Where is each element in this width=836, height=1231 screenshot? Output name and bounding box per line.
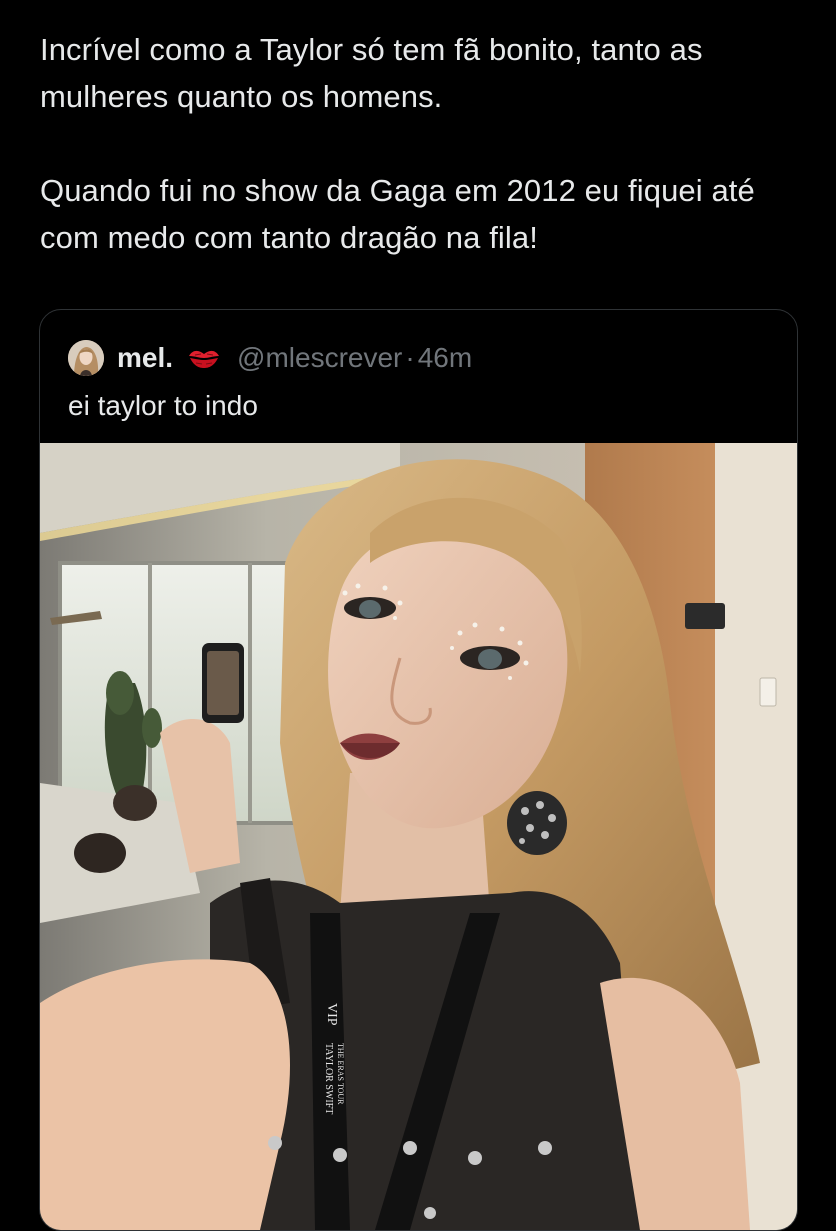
quoted-tweet-card[interactable]: mel. @mlescrever · 46m ei taylor to indo <box>39 309 798 1231</box>
separator-dot: · <box>405 342 415 373</box>
quoted-tweet-text: ei taylor to indo <box>68 390 258 421</box>
handle[interactable]: @mlescrever <box>237 342 402 374</box>
kiss-mark-icon <box>187 346 221 370</box>
lanyard-brand-text: TAYLOR SWIFT <box>323 1043 334 1114</box>
avatar[interactable] <box>68 340 104 376</box>
display-name[interactable]: mel. <box>117 342 173 374</box>
lanyard-vip-text: VIP <box>324 1003 339 1026</box>
tweet-paragraph-2: Quando fui no show da Gaga em 2012 eu fi… <box>40 173 755 255</box>
tweet-paragraph-1: Incrível como a Taylor só tem fã bonito,… <box>40 32 703 114</box>
quoted-tweet-photo[interactable]: VIP TAYLOR SWIFT THE ERAS TOUR <box>40 443 797 1230</box>
quoted-tweet-header: mel. @mlescrever · 46m <box>68 340 472 376</box>
lanyard-tour-text: THE ERAS TOUR <box>336 1043 345 1105</box>
timestamp[interactable]: 46m <box>418 342 472 374</box>
tweet-body: Incrível como a Taylor só tem fã bonito,… <box>40 26 810 261</box>
